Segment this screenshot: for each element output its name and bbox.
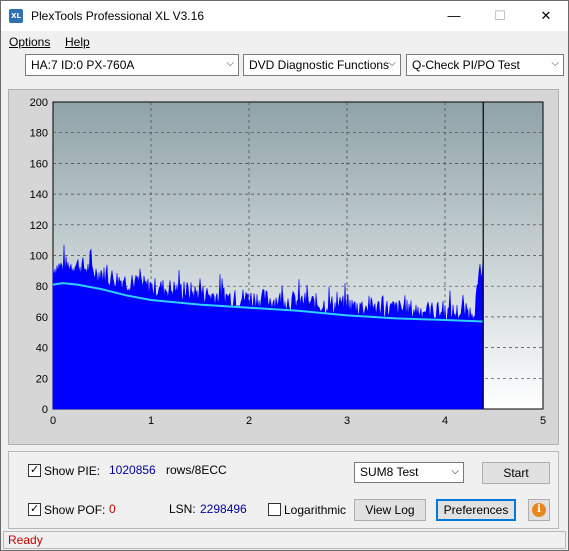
maximize-button[interactable]: ☐ xyxy=(477,1,523,31)
view-log-button[interactable]: View Log xyxy=(354,499,426,521)
info-icon: i xyxy=(532,503,546,517)
sum-test-select[interactable]: SUM8 Test ⌵ xyxy=(354,462,464,483)
minimize-button[interactable]: — xyxy=(431,1,477,31)
x-tick-label: 1 xyxy=(148,415,154,427)
pie-unit: rows/8ECC xyxy=(166,463,227,477)
y-tick-label: 0 xyxy=(42,404,48,416)
function-select-value: DVD Diagnostic Functions xyxy=(249,58,390,72)
drive-select[interactable]: HA:7 ID:0 PX-760A ⌵ xyxy=(25,54,239,76)
app-window: XL PlexTools Professional XL V3.16 — ☐ ✕… xyxy=(0,0,569,551)
start-button-label: Start xyxy=(503,466,529,480)
test-select[interactable]: Q-Check PI/PO Test ⌵ xyxy=(406,54,564,76)
show-pof-label: Show POF: xyxy=(44,503,106,517)
status-bar: Ready xyxy=(3,531,566,549)
x-tick-label: 5 xyxy=(540,415,546,427)
window-title: PlexTools Professional XL V3.16 xyxy=(31,9,204,23)
logarithmic-label: Logarithmic xyxy=(284,503,347,517)
y-tick-label: 100 xyxy=(30,251,48,263)
show-pof-checkbox[interactable] xyxy=(28,502,41,516)
chevron-down-icon: ⌵ xyxy=(451,466,459,477)
test-select-value: Q-Check PI/PO Test xyxy=(412,58,520,72)
menu-bar: Options Help xyxy=(1,32,568,52)
y-tick-label: 80 xyxy=(36,281,48,293)
menu-help-label: Help xyxy=(65,35,90,49)
menu-help[interactable]: Help xyxy=(65,35,90,49)
show-pie-checkbox[interactable] xyxy=(28,463,41,477)
title-bar[interactable]: XL PlexTools Professional XL V3.16 — ☐ ✕ xyxy=(1,1,568,31)
chevron-down-icon: ⌵ xyxy=(551,58,559,69)
lsn-label: LSN: xyxy=(169,502,196,516)
sum-test-value: SUM8 Test xyxy=(360,465,419,479)
pof-value: 0 xyxy=(109,502,116,516)
x-tick-label: 2 xyxy=(246,415,252,427)
status-text: Ready xyxy=(8,533,43,547)
toolbar: HA:7 ID:0 PX-760A ⌵ DVD Diagnostic Funct… xyxy=(1,53,568,79)
x-tick-label: 3 xyxy=(344,415,350,427)
y-tick-label: 20 xyxy=(36,373,48,385)
app-logo-icon: XL xyxy=(9,9,23,23)
info-button[interactable]: i xyxy=(528,499,550,521)
close-button[interactable]: ✕ xyxy=(523,1,569,31)
view-log-label: View Log xyxy=(365,503,415,517)
lsn-value: 2298496 xyxy=(200,502,247,516)
y-tick-label: 60 xyxy=(36,312,48,324)
preferences-button[interactable]: Preferences xyxy=(436,499,516,521)
pie-value: 1020856 xyxy=(109,463,156,477)
y-tick-label: 160 xyxy=(30,158,48,170)
pi-po-chart: 0 20 40 60 80 100 120 140 160 180 200 0 1 2 3 4 5 xyxy=(30,97,546,427)
controls-panel: Show PIE: 1020856 rows/8ECC SUM8 Test ⌵ … xyxy=(8,451,559,529)
y-tick-label: 120 xyxy=(30,220,48,232)
x-tick-label: 0 xyxy=(50,415,56,427)
logarithmic-checkbox[interactable] xyxy=(268,503,281,516)
menu-options-label: Options xyxy=(9,35,51,49)
y-tick-label: 140 xyxy=(30,189,48,201)
function-select[interactable]: DVD Diagnostic Functions ⌵ xyxy=(243,54,401,76)
start-button[interactable]: Start xyxy=(482,462,550,484)
chart-panel: 0 20 40 60 80 100 120 140 160 180 200 0 1 2 3 4 5 xyxy=(8,89,559,445)
x-tick-label: 4 xyxy=(442,415,448,427)
y-tick-label: 40 xyxy=(36,343,48,355)
chevron-down-icon: ⌵ xyxy=(226,58,234,69)
menu-options[interactable]: Options xyxy=(9,35,50,49)
drive-select-value: HA:7 ID:0 PX-760A xyxy=(31,58,135,72)
show-pie-label: Show PIE: xyxy=(44,464,101,478)
preferences-label: Preferences xyxy=(443,503,509,517)
y-tick-label: 200 xyxy=(30,97,48,109)
chevron-down-icon: ⌵ xyxy=(388,58,396,69)
y-tick-label: 180 xyxy=(30,128,48,140)
